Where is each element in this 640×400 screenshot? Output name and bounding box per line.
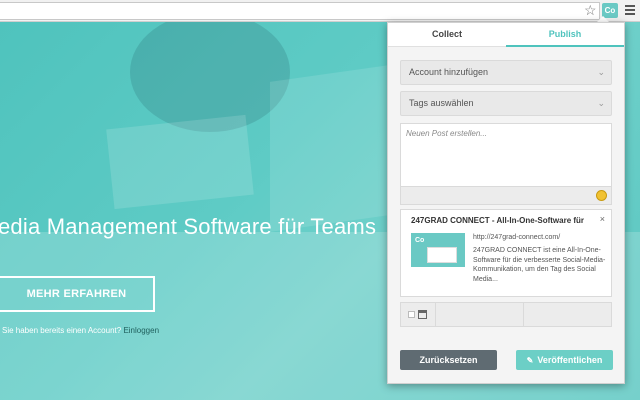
tab-publish[interactable]: Publish <box>506 23 624 47</box>
divider <box>523 303 524 326</box>
tags-select[interactable]: Tags auswählen ⌄ <box>400 91 612 116</box>
link-preview-description: 247GRAD CONNECT ist eine All-In-One-Soft… <box>473 247 606 283</box>
calendar-icon[interactable] <box>418 310 427 319</box>
link-preview-card: 247GRAD CONNECT - All-In-One-Software fü… <box>400 209 612 297</box>
post-placeholder: Neuen Post erstellen... <box>406 129 487 138</box>
pencil-icon: ✎ <box>526 356 534 365</box>
post-options-row <box>400 302 612 327</box>
link-preview-thumbnail: Co <box>411 233 465 267</box>
emoji-smiley-icon[interactable] <box>596 190 607 201</box>
browser-toolbar: ☆ Co <box>0 0 640 22</box>
divider <box>435 303 436 326</box>
close-icon[interactable]: × <box>600 214 605 224</box>
popup-tabs: Collect Publish <box>388 23 624 47</box>
tab-collect[interactable]: Collect <box>388 23 506 47</box>
hero-background-shape <box>106 114 254 210</box>
publish-button-label: Veröffentlichen <box>537 355 603 365</box>
post-footer <box>401 186 611 204</box>
account-prompt: Sie haben bereits einen Account? Einlogg… <box>2 326 159 335</box>
post-textarea[interactable]: Neuen Post erstellen... <box>400 123 612 205</box>
link-preview-title: 247GRAD CONNECT - All-In-One-Software fü… <box>411 216 585 225</box>
browser-menu-icon[interactable] <box>625 5 635 15</box>
bookmark-star-icon[interactable]: ☆ <box>584 2 597 18</box>
thumbnail-screen <box>427 247 457 263</box>
learn-more-button[interactable]: MEHR ERFAHREN <box>0 276 155 312</box>
chevron-down-icon: ⌄ <box>597 67 605 77</box>
hero-title: edia Management Software für Teams <box>0 214 377 239</box>
publish-button[interactable]: ✎ Veröffentlichen <box>516 350 613 370</box>
schedule-checkbox[interactable] <box>408 311 415 318</box>
hero-background-shape <box>130 22 290 132</box>
link-preview-url: http://247grad-connect.com/ <box>473 234 561 241</box>
extension-popup: Collect Publish Account hinzufügen ⌄ Tag… <box>387 22 625 384</box>
address-bar[interactable] <box>0 2 600 20</box>
reset-button[interactable]: Zurücksetzen <box>400 350 497 370</box>
account-prompt-text: Sie haben bereits einen Account? <box>2 326 122 335</box>
tags-select-label: Tags auswählen <box>409 98 474 108</box>
chevron-down-icon: ⌄ <box>597 98 605 108</box>
account-select-label: Account hinzufügen <box>409 67 489 77</box>
login-link[interactable]: Einloggen <box>123 326 159 335</box>
account-select[interactable]: Account hinzufügen ⌄ <box>400 60 612 85</box>
thumbnail-logo: Co <box>415 237 425 244</box>
